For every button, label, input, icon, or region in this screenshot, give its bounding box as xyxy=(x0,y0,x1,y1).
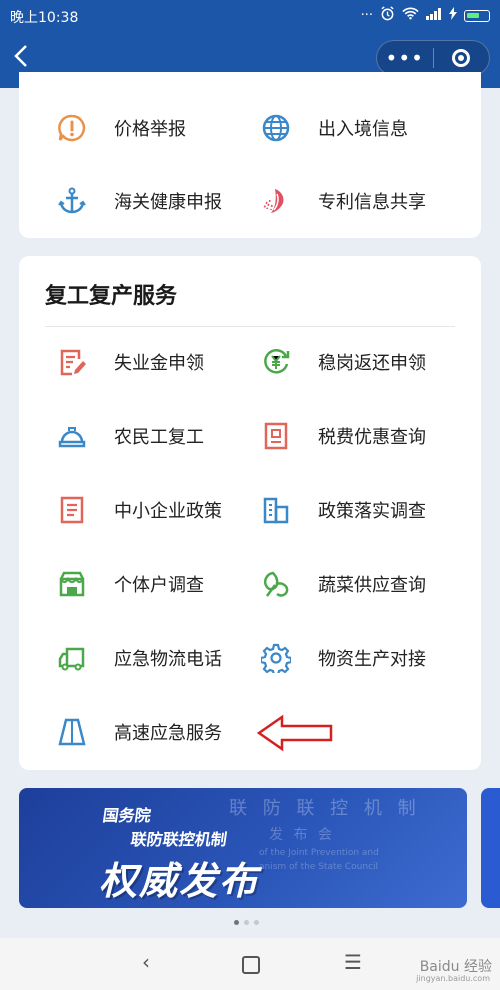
service-patent-share[interactable]: 专利信息共享 xyxy=(259,179,426,223)
status-bar: 晚上10:38 ··· xyxy=(0,0,500,30)
service-vegetable-supply[interactable]: 蔬菜供应查询 xyxy=(259,562,426,606)
service-label: 中小企业政策 xyxy=(114,501,222,522)
service-label: 农民工复工 xyxy=(114,427,204,448)
service-tax-discount[interactable]: 税费优惠查询 xyxy=(259,414,426,458)
service-label: 物资生产对接 xyxy=(318,649,426,670)
service-label: 价格举报 xyxy=(114,119,186,140)
next-banner-peek[interactable] xyxy=(481,788,500,908)
cell-signal-icon xyxy=(426,7,442,24)
service-label: 税费优惠查询 xyxy=(318,427,426,448)
service-label: 稳岗返还申领 xyxy=(318,353,426,374)
banner-bg-english: of the Joint Prevention and xyxy=(259,848,379,858)
chevron-left-icon[interactable] xyxy=(14,44,40,74)
service-customs-health[interactable]: 海关健康申报 xyxy=(55,179,222,223)
anchor-icon xyxy=(55,184,89,218)
announcement-banner[interactable]: 联 防 联 控 机 制 发 布 会 of the Joint Preventio… xyxy=(19,788,467,908)
truck-icon xyxy=(55,641,89,675)
buildings-icon xyxy=(259,493,293,527)
service-label: 应急物流电话 xyxy=(114,649,222,670)
service-job-stabilization[interactable]: 稳岗返还申领 xyxy=(259,340,426,384)
tax-card-icon xyxy=(259,419,293,453)
banner-line2: 联防联控机制 xyxy=(129,830,229,849)
globe-icon xyxy=(259,111,293,145)
banner-bg-english: anism of the State Council xyxy=(259,862,379,872)
carousel-indicator xyxy=(234,920,259,925)
service-label: 失业金申领 xyxy=(114,353,204,374)
battery-icon xyxy=(464,9,490,22)
service-sme-policy[interactable]: 中小企业政策 xyxy=(55,488,222,532)
edit-doc-icon xyxy=(55,345,89,379)
service-label: 个体户调查 xyxy=(114,575,204,596)
mini-program-capsule: ••• xyxy=(376,40,490,76)
section-divider xyxy=(45,326,455,327)
shop-icon xyxy=(55,567,89,601)
banner-line1: 国务院 xyxy=(101,806,153,825)
patent-icon xyxy=(259,184,293,218)
banner-bg-text: 发 布 会 xyxy=(269,827,335,843)
carousel-dot[interactable] xyxy=(254,920,259,925)
target-icon[interactable] xyxy=(433,49,489,67)
service-label: 蔬菜供应查询 xyxy=(318,575,426,596)
service-highway-emergency[interactable]: 高速应急服务 xyxy=(55,710,222,754)
service-label: 海关健康申报 xyxy=(114,192,222,213)
gear-icon xyxy=(259,641,293,675)
wifi-icon xyxy=(402,7,419,24)
service-unemployment-claim[interactable]: 失业金申领 xyxy=(55,340,204,384)
banner-headline: 权威发布 xyxy=(99,859,260,903)
system-nav-bar: ‹ ☰ Baidu 经验 jingyan.baidu.com xyxy=(0,938,500,990)
carousel-dot[interactable] xyxy=(234,920,239,925)
system-back-icon[interactable]: ‹ xyxy=(142,950,150,974)
service-migrant-worker[interactable]: 农民工复工 xyxy=(55,414,204,458)
charging-icon xyxy=(449,7,457,24)
service-label: 高速应急服务 xyxy=(114,723,222,744)
vegetable-icon xyxy=(259,567,293,601)
service-material-production[interactable]: 物资生产对接 xyxy=(259,636,426,680)
service-individual-business[interactable]: 个体户调查 xyxy=(55,562,204,606)
service-label: 政策落实调查 xyxy=(318,501,426,522)
service-label: 专利信息共享 xyxy=(318,192,426,213)
highway-icon xyxy=(55,715,89,749)
resume-work-services-card: 复工复产服务 失业金申领 稳岗返还申领 农民工复工 税费优惠查询 中小企业政策 xyxy=(19,256,481,770)
hardhat-icon xyxy=(55,419,89,453)
alarm-icon xyxy=(380,6,395,25)
banner-bg-text: 联 防 联 控 机 制 xyxy=(229,798,421,819)
system-menu-icon[interactable]: ☰ xyxy=(344,950,362,974)
service-label: 出入境信息 xyxy=(318,119,408,140)
section-title: 复工复产服务 xyxy=(45,284,178,309)
status-time: 晚上10:38 xyxy=(10,10,79,26)
services-card-top: 价格举报 出入境信息 海关健康申报 专利信息共享 xyxy=(19,72,481,238)
service-emergency-logistics[interactable]: 应急物流电话 xyxy=(55,636,222,680)
more-dots-icon[interactable]: ••• xyxy=(377,46,433,70)
service-policy-survey[interactable]: 政策落实调查 xyxy=(259,488,426,532)
document-icon xyxy=(55,493,89,527)
system-home-icon[interactable] xyxy=(242,956,260,974)
status-icons: ··· xyxy=(361,6,490,25)
watermark-text: Baidu 经验 xyxy=(419,959,492,975)
watermark-url: jingyan.baidu.com xyxy=(416,974,490,983)
annotation-arrow-icon xyxy=(256,714,334,756)
exclaim-circle-icon xyxy=(55,111,89,145)
service-price-report[interactable]: 价格举报 xyxy=(55,106,186,150)
yuan-return-icon xyxy=(259,345,293,379)
service-exit-entry[interactable]: 出入境信息 xyxy=(259,106,408,150)
signal-dots-icon: ··· xyxy=(360,8,373,23)
carousel-dot[interactable] xyxy=(244,920,249,925)
